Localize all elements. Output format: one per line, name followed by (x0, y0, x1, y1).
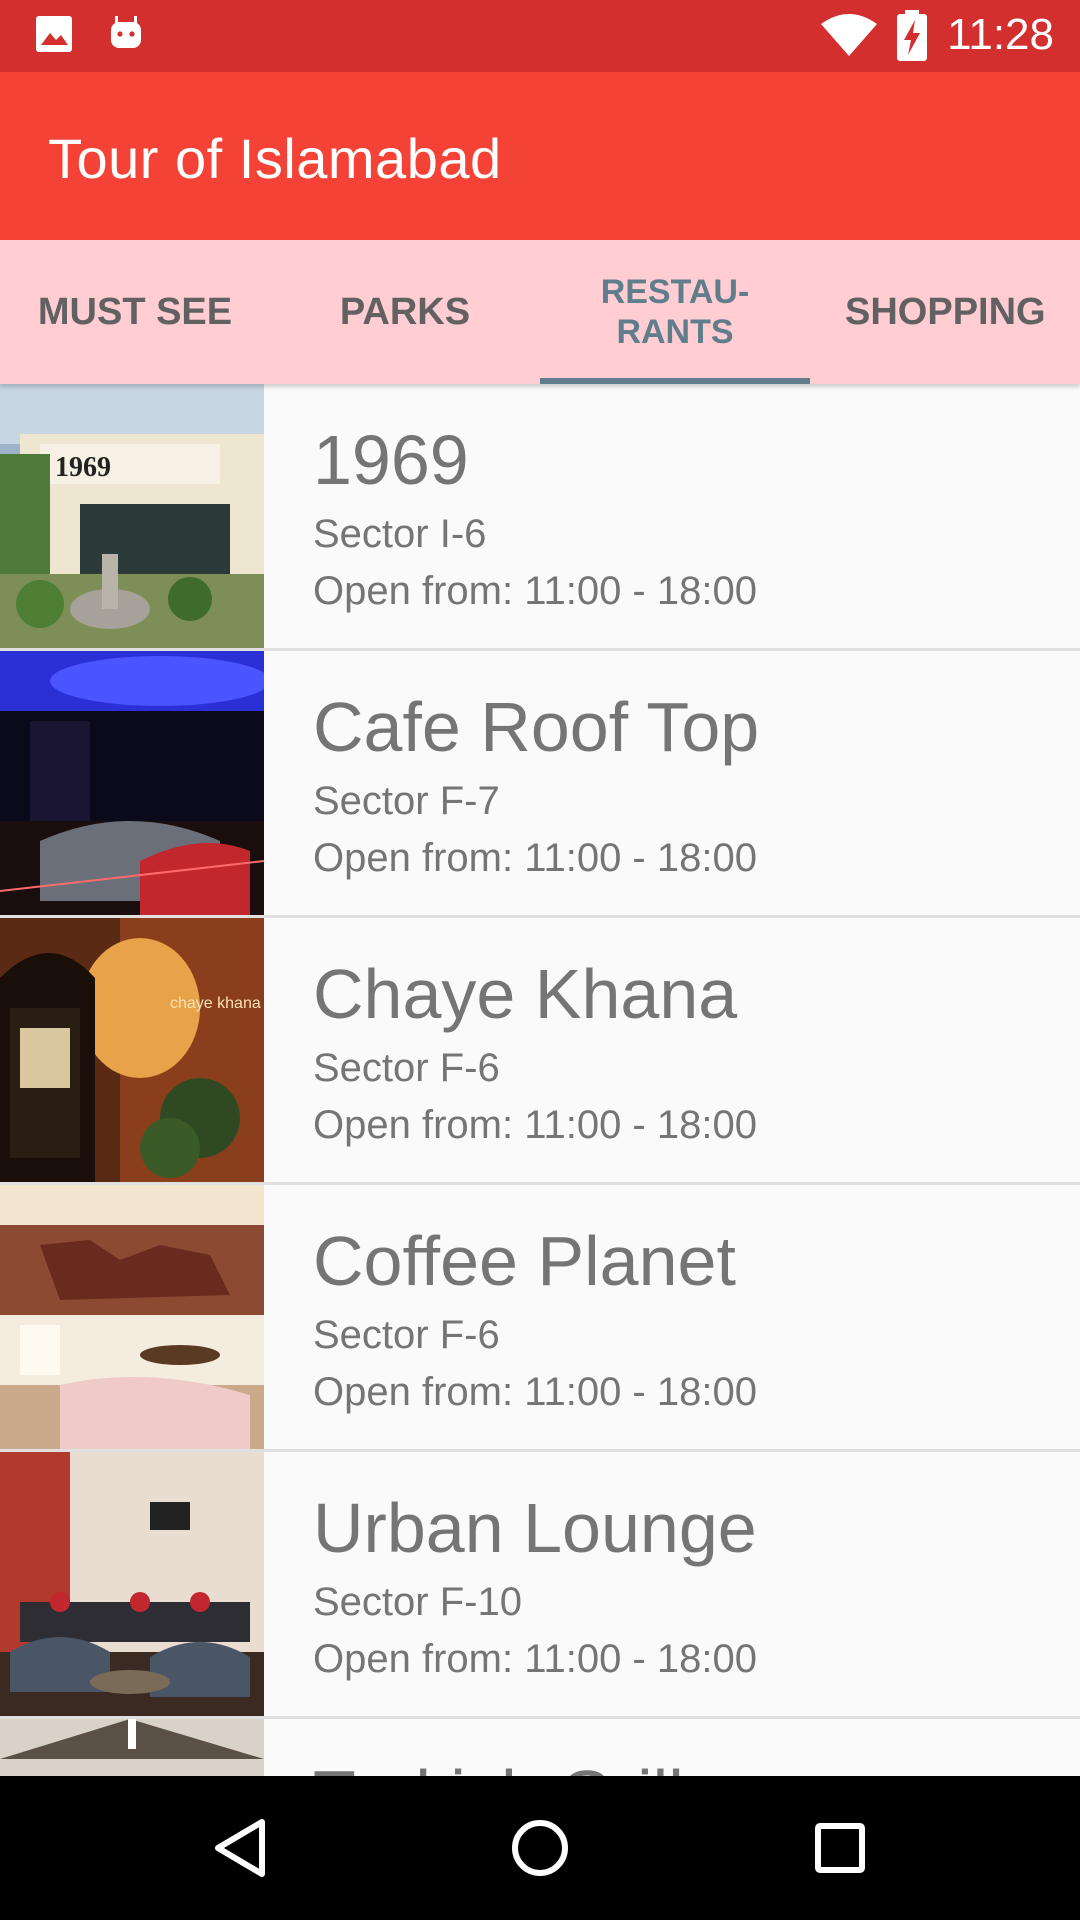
restaurant-sector: Sector F-6 (313, 1046, 500, 1090)
tab-shopping[interactable]: SHOPPING (810, 240, 1080, 384)
home-button[interactable] (468, 1776, 612, 1920)
wifi-icon (820, 12, 878, 62)
restaurant-photo: 1969 (0, 384, 264, 648)
svg-text:chaye khana: chaye khana (170, 995, 261, 1012)
restaurant-hours: Open from: 11:00 - 18:00 (313, 1370, 757, 1414)
restaurant-hours: Open from: 11:00 - 18:00 (313, 569, 757, 613)
tab-indicator (540, 378, 810, 384)
restaurant-hours: Open from: 11:00 - 18:00 (313, 1103, 757, 1147)
list-item[interactable]: Urban Lounge Sector F-10 Open from: 11:0… (0, 1452, 1080, 1719)
restaurant-name: Coffee Planet (313, 1222, 736, 1300)
tab-label: MUST SEE (37, 290, 233, 333)
restaurant-name: Chaye Khana (313, 955, 738, 1033)
restaurant-sector: Sector F-10 (313, 1580, 522, 1624)
tab-restaurants[interactable]: RESTAU- RANTS (540, 240, 810, 384)
restaurant-photo (0, 1185, 264, 1449)
recents-icon (815, 1823, 865, 1873)
restaurant-hours: Open from: 11:00 - 18:00 (313, 1637, 757, 1681)
list-item[interactable]: 1969 1969 Sector I-6 Open from: 11:00 - … (0, 384, 1080, 651)
list-item[interactable]: chaye khana Chaye Khana Sector F-6 Open … (0, 918, 1080, 1185)
restaurant-sector: Sector I-6 (313, 512, 487, 556)
restaurant-sector: Sector F-6 (313, 1313, 500, 1357)
list-item[interactable]: Coffee Planet Sector F-6 Open from: 11:0… (0, 1185, 1080, 1452)
tab-label: SHOPPING (845, 290, 1046, 333)
back-icon (215, 1819, 265, 1877)
status-time: 11:28 (947, 10, 1054, 59)
restaurant-photo (0, 1719, 264, 1776)
restaurant-sector: Sector F-7 (313, 779, 500, 823)
app-bar: Tour of Islamabad (0, 72, 1080, 240)
restaurant-photo: chaye khana (0, 918, 264, 1182)
home-icon (512, 1820, 568, 1876)
recents-button[interactable] (768, 1776, 912, 1920)
restaurant-name: 1969 (313, 421, 469, 499)
tab-label: PARKS (339, 290, 471, 333)
navigation-bar (0, 1776, 1080, 1920)
list-item[interactable]: Cafe Roof Top Sector F-7 Open from: 11:0… (0, 651, 1080, 918)
restaurant-name: Urban Lounge (313, 1489, 757, 1567)
tab-label: RESTAU- RANTS (600, 273, 750, 351)
back-button[interactable] (168, 1776, 312, 1920)
tab-bar: MUST SEE PARKS RESTAU- RANTS SHOPPING (0, 240, 1080, 384)
tab-must-see[interactable]: MUST SEE (0, 240, 270, 384)
restaurant-name: Cafe Roof Top (313, 688, 760, 766)
page-title: Tour of Islamabad (48, 127, 502, 190)
gallery-icon (34, 14, 74, 58)
android-icon (106, 14, 146, 58)
status-bar: 11:28 (0, 0, 1080, 72)
list-item[interactable]: Turkish Grill (0, 1719, 1080, 1776)
restaurant-hours: Open from: 11:00 - 18:00 (313, 836, 757, 880)
restaurant-list[interactable]: 1969 1969 Sector I-6 Open from: 11:00 - … (0, 384, 1080, 1776)
restaurant-name: Turkish Grill (313, 1755, 684, 1776)
tab-parks[interactable]: PARKS (270, 240, 540, 384)
svg-text:1969: 1969 (55, 452, 111, 483)
restaurant-photo (0, 1452, 264, 1716)
restaurant-photo (0, 651, 264, 915)
battery-charging-icon (896, 10, 928, 66)
